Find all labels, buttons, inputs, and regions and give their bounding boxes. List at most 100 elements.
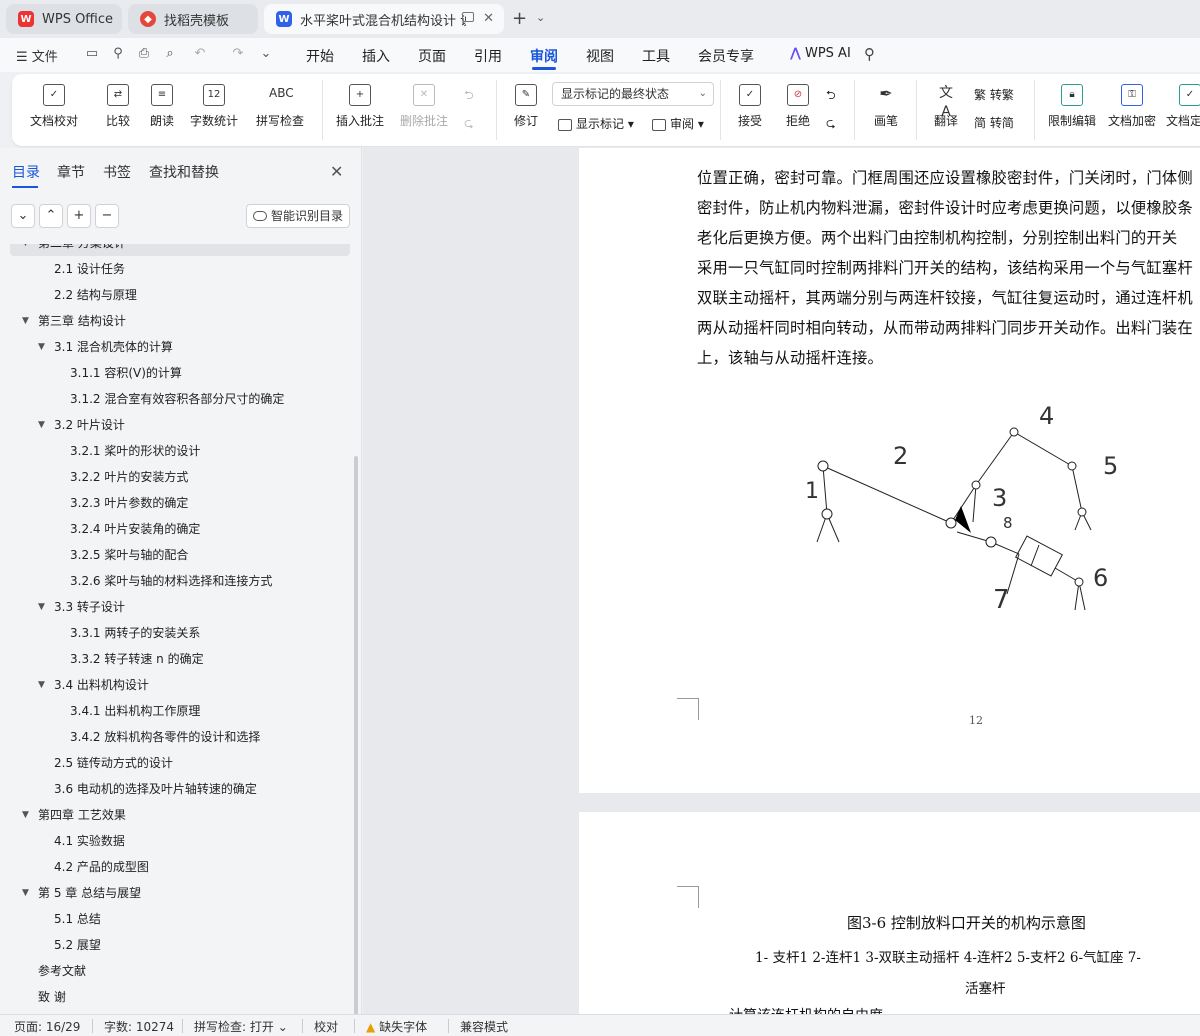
- tab-wps-office[interactable]: W WPS Office: [6, 4, 122, 34]
- document-page-next[interactable]: 图3-6 控制放料口开关的机构示意图 1- 支杆1 2-连杆1 3-双联主动摇杆…: [579, 812, 1200, 1014]
- menu-member[interactable]: 会员专享: [698, 46, 754, 66]
- trad-to-simp-button[interactable]: 简 转简: [974, 114, 1014, 131]
- toc-item[interactable]: 3.6 电动机的选择及叶片轴转速的确定: [0, 776, 350, 802]
- expand-caret-icon[interactable]: ▼: [22, 880, 29, 906]
- toc-item[interactable]: 3.2.1 桨叶的形状的设计: [0, 438, 350, 464]
- prev-change-icon[interactable]: ⮌: [826, 86, 836, 107]
- prev-comment-icon[interactable]: ⮌: [464, 86, 474, 107]
- menu-insert[interactable]: 插入: [362, 46, 390, 66]
- document-page[interactable]: 位置正确，密封可靠。门框周围还应设置橡胶密封件，门关闭时，门体侧 密封件，防止机内…: [579, 148, 1200, 793]
- search-icon[interactable]: ⚲: [864, 45, 875, 63]
- print-icon[interactable]: ⎙: [136, 46, 152, 62]
- collapse-up-button[interactable]: ⌃: [39, 204, 63, 228]
- tab-find-replace[interactable]: 查找和替换: [149, 162, 219, 182]
- translate-button[interactable]: 文A 翻译: [916, 82, 976, 138]
- expand-caret-icon[interactable]: ▼: [38, 334, 45, 360]
- toc-item[interactable]: 2.2 结构与原理: [0, 282, 350, 308]
- proofread-button[interactable]: 校对: [314, 1018, 338, 1035]
- tab-chapters[interactable]: 章节: [57, 162, 85, 182]
- toc-item[interactable]: 3.2.2 叶片的安装方式: [0, 464, 350, 490]
- next-change-icon[interactable]: ⮎: [826, 114, 836, 135]
- menu-view[interactable]: 视图: [586, 46, 614, 66]
- undo-icon[interactable]: ↶: [192, 46, 208, 62]
- tab-document[interactable]: W 水平桨叶式混合机结构设计 说 ✕: [264, 4, 504, 34]
- sidebar-scrollbar[interactable]: [354, 456, 358, 1016]
- toc-item[interactable]: ▼ 3.2 叶片设计: [0, 412, 350, 438]
- expand-caret-icon[interactable]: ▼: [38, 672, 45, 698]
- toc-item[interactable]: 5.2 展望: [0, 932, 350, 958]
- toc-item[interactable]: 5.1 总结: [0, 906, 350, 932]
- expand-caret-icon[interactable]: ▼: [22, 308, 29, 334]
- toc-item[interactable]: 4.2 产品的成型图: [0, 854, 350, 880]
- toc-item[interactable]: 3.3.1 两转子的安装关系: [0, 620, 350, 646]
- chevron-down-icon[interactable]: ⌄: [536, 11, 545, 24]
- tab-bookmarks[interactable]: 书签: [103, 162, 131, 182]
- delete-comment-button[interactable]: ✕ 删除批注: [394, 82, 454, 138]
- menu-reference[interactable]: 引用: [474, 46, 502, 66]
- menu-home[interactable]: 开始: [306, 46, 334, 66]
- toc-item[interactable]: 3.1.1 容积(V)的计算: [0, 360, 350, 386]
- review-pane-button[interactable]: 审阅 ▾: [652, 115, 704, 132]
- insert-comment-button[interactable]: + 插入批注: [330, 82, 390, 138]
- expand-caret-icon[interactable]: ▼: [22, 244, 29, 256]
- toc-item[interactable]: ▼ 第二章 方案设计: [0, 244, 350, 256]
- menu-page[interactable]: 页面: [418, 46, 446, 66]
- next-comment-icon[interactable]: ⮎: [464, 114, 474, 135]
- collapse-down-button[interactable]: ⌄: [11, 204, 35, 228]
- spell-check-toggle[interactable]: 拼写检查: 打开 ⌄: [194, 1018, 288, 1035]
- close-tab-icon[interactable]: ✕: [483, 11, 494, 26]
- smart-toc-button[interactable]: 智能识别目录: [246, 204, 350, 228]
- toc-item[interactable]: 2.1 设计任务: [0, 256, 350, 282]
- document-area[interactable]: 位置正确，密封可靠。门框周围还应设置橡胶密封件，门关闭时，门体侧 密封件，防止机内…: [363, 148, 1200, 1014]
- tab-toc[interactable]: 目录: [12, 162, 40, 182]
- revise-button[interactable]: ✎ 修订: [496, 82, 556, 138]
- word-count-button[interactable]: 12 字数统计: [184, 82, 244, 138]
- toc-item[interactable]: 3.2.5 桨叶与轴的配合: [0, 542, 350, 568]
- toc-item[interactable]: 3.3.2 转子转速 n 的确定: [0, 646, 350, 672]
- toc-item[interactable]: ▼ 3.3 转子设计: [0, 594, 350, 620]
- toc-item[interactable]: ▼ 第三章 结构设计: [0, 308, 350, 334]
- finalize-button[interactable]: ✓文档定稿: [1160, 82, 1200, 138]
- save-icon[interactable]: ▭: [84, 46, 100, 62]
- encrypt-button[interactable]: ⚿ 文档加密: [1102, 82, 1162, 138]
- toc-item[interactable]: 2.5 链传动方式的设计: [0, 750, 350, 776]
- redo-icon[interactable]: ↷: [230, 46, 246, 62]
- toc-item[interactable]: ▼ 3.1 混合机壳体的计算: [0, 334, 350, 360]
- menu-tools[interactable]: 工具: [642, 46, 670, 66]
- toc-item[interactable]: ▼ 3.4 出料机构设计: [0, 672, 350, 698]
- toc-item[interactable]: 3.4.1 出料机构工作原理: [0, 698, 350, 724]
- file-menu[interactable]: ☰ 文件: [16, 46, 58, 65]
- new-tab-icon[interactable]: +: [512, 8, 527, 29]
- page-indicator[interactable]: 页面: 16/29: [14, 1018, 80, 1035]
- wps-ai-button[interactable]: ⋀ WPS AI: [790, 46, 851, 61]
- monitor-icon[interactable]: [462, 12, 474, 22]
- remove-heading-button[interactable]: −: [95, 204, 119, 228]
- missing-font-button[interactable]: ▲ 缺失字体: [366, 1018, 427, 1035]
- restrict-edit-button[interactable]: 🔒︎ 限制编辑: [1042, 82, 1102, 138]
- print-preview-icon[interactable]: ⌕: [162, 46, 178, 62]
- close-icon[interactable]: ✕: [330, 162, 343, 181]
- toc-item[interactable]: 3.2.3 叶片参数的确定: [0, 490, 350, 516]
- toc-item[interactable]: 参考文献: [0, 958, 350, 984]
- expand-caret-icon[interactable]: ▼: [38, 594, 45, 620]
- add-heading-button[interactable]: +: [67, 204, 91, 228]
- share-icon[interactable]: ⚲: [110, 46, 126, 62]
- read-aloud-button[interactable]: ≡ 朗读: [132, 82, 192, 138]
- more-chevron-icon[interactable]: ⌄: [258, 46, 274, 62]
- word-count-indicator[interactable]: 字数: 10274: [104, 1018, 174, 1035]
- simp-to-trad-button[interactable]: 繁 转繁: [974, 86, 1014, 103]
- toc-item[interactable]: 3.2.4 叶片安装角的确定: [0, 516, 350, 542]
- expand-caret-icon[interactable]: ▼: [22, 802, 29, 828]
- toc-item[interactable]: 3.1.2 混合室有效容积各部分尺寸的确定: [0, 386, 350, 412]
- toc-item[interactable]: 3.2.6 桨叶与轴的材料选择和连接方式: [0, 568, 350, 594]
- pen-button[interactable]: ✒ 画笔: [856, 82, 916, 138]
- show-markup-button[interactable]: 显示标记 ▾: [558, 115, 634, 132]
- toc-item[interactable]: 4.1 实验数据: [0, 828, 350, 854]
- doc-check-button[interactable]: ✓ 文档校对: [24, 82, 84, 138]
- toc-item[interactable]: ▼ 第四章 工艺效果: [0, 802, 350, 828]
- expand-caret-icon[interactable]: ▼: [38, 412, 45, 438]
- toc-item[interactable]: 致 谢: [0, 984, 350, 1010]
- tab-templates[interactable]: ◆ 找稻壳模板: [128, 4, 258, 34]
- spell-check-button[interactable]: ABC 拼写检查: [250, 82, 310, 138]
- toc-item[interactable]: 3.4.2 放料机构各零件的设计和选择: [0, 724, 350, 750]
